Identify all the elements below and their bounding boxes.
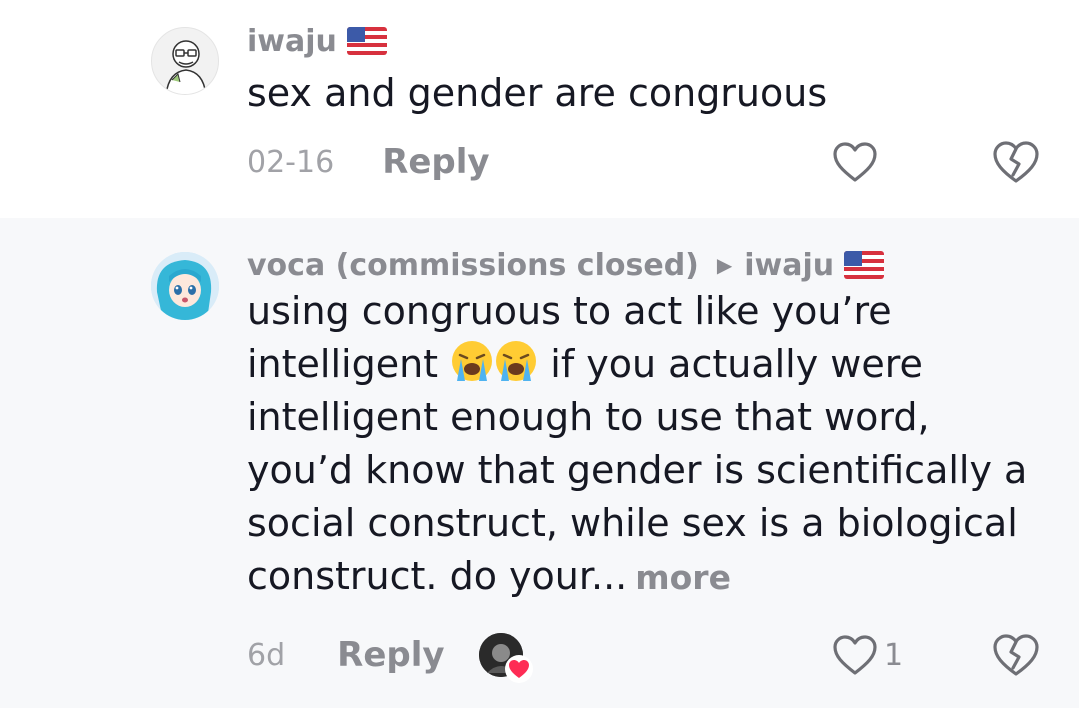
- username-row: voca (commissions closed) ▶ iwaju: [247, 244, 885, 286]
- username[interactable]: iwaju: [247, 24, 337, 59]
- dislike-button[interactable]: [992, 137, 1040, 187]
- dislike-button[interactable]: [992, 630, 1040, 680]
- creator-liked-avatar: [478, 633, 533, 683]
- avatar[interactable]: [151, 252, 219, 320]
- comment-meta: 6d Reply: [247, 630, 533, 683]
- loudly-crying-face-emoji-icon: [452, 341, 493, 381]
- username-row: iwaju: [247, 20, 387, 62]
- avatar[interactable]: [151, 27, 219, 95]
- like-button[interactable]: [832, 137, 878, 187]
- like-count: 1: [884, 637, 904, 673]
- us-flag-icon: [844, 251, 885, 279]
- comment-meta: 02-16 Reply: [247, 137, 490, 187]
- comment-text: sex and gender are congruous: [247, 71, 828, 115]
- us-flag-icon: [346, 27, 387, 55]
- anime-character-avatar-icon: [151, 252, 219, 320]
- cartoon-man-avatar-icon: [165, 40, 207, 94]
- loudly-crying-face-emoji-icon: [496, 341, 537, 381]
- broken-heart-icon: [993, 141, 1039, 183]
- username[interactable]: voca (commissions closed): [247, 248, 699, 283]
- comment-date: 6d: [247, 637, 286, 673]
- like-button[interactable]: 1: [832, 630, 903, 680]
- heart-icon: [833, 635, 877, 675]
- play-arrow-icon: ▶: [716, 253, 733, 277]
- heart-icon: [833, 142, 877, 182]
- comment-item: iwaju sex and gender are congruous 02-16…: [0, 0, 1079, 218]
- reply-to-username[interactable]: iwaju: [744, 248, 834, 283]
- reply-button[interactable]: Reply: [337, 635, 444, 675]
- comment-item-highlighted: voca (commissions closed) ▶ iwaju using …: [0, 218, 1079, 708]
- more-link[interactable]: more: [635, 558, 731, 597]
- broken-heart-icon: [993, 634, 1039, 676]
- reply-button[interactable]: Reply: [382, 142, 489, 182]
- comment-text: using congruous to act like you’re intel…: [247, 285, 1047, 604]
- heart-badge-icon: [504, 655, 533, 683]
- comment-date: 02-16: [247, 144, 335, 180]
